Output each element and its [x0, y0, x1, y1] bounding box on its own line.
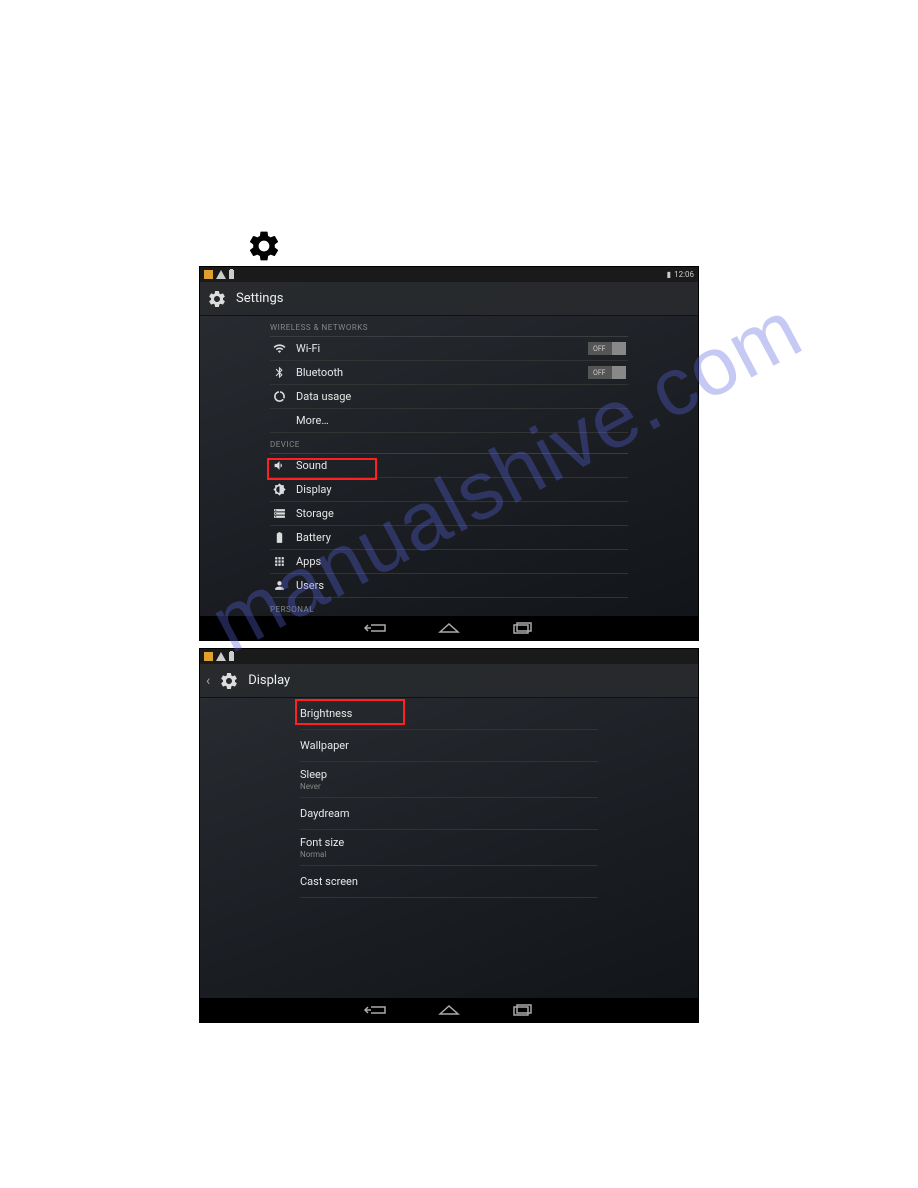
- back-chevron-icon[interactable]: ‹: [206, 673, 210, 689]
- app-bar-title: Settings: [236, 291, 283, 306]
- nav-recent-button[interactable]: [511, 621, 535, 635]
- item-apps[interactable]: Apps: [270, 550, 628, 574]
- app-bar-display: ‹ Display: [200, 664, 698, 698]
- item-display-label: Display: [296, 483, 626, 496]
- display-icon: [272, 483, 286, 497]
- status-bar-2: [200, 649, 698, 664]
- item-bluetooth-label: Bluetooth: [296, 366, 578, 379]
- warning-icon: [216, 652, 226, 661]
- item-display[interactable]: Display: [270, 478, 628, 502]
- battery-icon-small: [229, 270, 234, 279]
- bluetooth-toggle[interactable]: OFF: [588, 366, 626, 379]
- item-users-label: Users: [296, 579, 626, 592]
- storage-icon: [272, 507, 286, 521]
- nav-back-button[interactable]: [363, 621, 387, 635]
- item-sleep[interactable]: Sleep Never: [300, 762, 598, 798]
- display-list: Brightness Wallpaper Sleep Never Daydrea…: [200, 698, 698, 898]
- item-castscreen-label: Cast screen: [300, 875, 598, 888]
- item-wifi-label: Wi-Fi: [296, 342, 578, 355]
- settings-list: WIRELESS & NETWORKS Wi-Fi OFF Bluetooth …: [200, 316, 698, 641]
- section-header-device: DEVICE: [270, 433, 628, 454]
- nav-home-button[interactable]: [437, 1003, 461, 1017]
- item-fontsize-label: Font size: [300, 836, 598, 849]
- apps-icon: [272, 555, 286, 569]
- item-daydream-label: Daydream: [300, 807, 598, 820]
- wifi-toggle[interactable]: OFF: [588, 342, 626, 355]
- settings-gear-icon: [206, 288, 228, 310]
- item-sound[interactable]: Sound: [270, 454, 628, 478]
- notification-icon: [204, 652, 213, 661]
- item-battery-label: Battery: [296, 531, 626, 544]
- status-bar: ▮ 12:06: [200, 267, 698, 282]
- item-daydream[interactable]: Daydream: [300, 798, 598, 830]
- item-wallpaper-label: Wallpaper: [300, 739, 598, 752]
- notification-icon: [204, 270, 213, 279]
- battery-icon-small: [229, 652, 234, 661]
- item-brightness-label: Brightness: [300, 707, 598, 720]
- item-apps-label: Apps: [296, 555, 626, 568]
- item-bluetooth[interactable]: Bluetooth OFF: [270, 361, 628, 385]
- item-data-usage[interactable]: Data usage: [270, 385, 628, 409]
- item-brightness[interactable]: Brightness: [300, 698, 598, 730]
- bluetooth-icon: [272, 366, 286, 380]
- warning-icon: [216, 270, 226, 279]
- item-battery[interactable]: Battery: [270, 526, 628, 550]
- nav-recent-button[interactable]: [511, 1003, 535, 1017]
- nav-home-button[interactable]: [437, 621, 461, 635]
- clock-text: 12:06: [674, 270, 694, 279]
- nav-bar-2: [200, 998, 698, 1022]
- item-sound-label: Sound: [296, 459, 626, 472]
- item-wallpaper[interactable]: Wallpaper: [300, 730, 598, 762]
- app-bar: Settings: [200, 282, 698, 316]
- item-wifi[interactable]: Wi-Fi OFF: [270, 337, 628, 361]
- item-fontsize[interactable]: Font size Normal: [300, 830, 598, 866]
- battery-icon: [272, 531, 286, 545]
- nav-back-button[interactable]: [363, 1003, 387, 1017]
- wifi-icon: [272, 342, 286, 356]
- app-bar-title-display: Display: [248, 673, 290, 688]
- settings-screenshot: ▮ 12:06 Settings WIRELESS & NETWORKS Wi-…: [199, 266, 699, 641]
- item-users[interactable]: Users: [270, 574, 628, 598]
- signal-icon: ▮: [667, 270, 671, 279]
- item-fontsize-sublabel: Normal: [300, 850, 598, 859]
- item-castscreen[interactable]: Cast screen: [300, 866, 598, 898]
- item-storage-label: Storage: [296, 507, 626, 520]
- item-data-usage-label: Data usage: [296, 390, 626, 403]
- item-sleep-sublabel: Never: [300, 782, 598, 791]
- item-more[interactable]: More…: [270, 409, 628, 433]
- data-usage-icon: [272, 390, 286, 404]
- nav-bar: [200, 616, 698, 640]
- display-gear-icon: [218, 670, 240, 692]
- sound-icon: [272, 459, 286, 473]
- item-more-label: More…: [296, 414, 626, 427]
- users-icon: [272, 579, 286, 593]
- section-header-wireless: WIRELESS & NETWORKS: [270, 316, 628, 337]
- display-screenshot: ‹ Display Brightness Wallpaper Sleep Nev…: [199, 648, 699, 1023]
- item-storage[interactable]: Storage: [270, 502, 628, 526]
- blank-icon: [272, 414, 286, 428]
- gear-icon-standalone: [246, 228, 282, 264]
- item-sleep-label: Sleep: [300, 768, 598, 781]
